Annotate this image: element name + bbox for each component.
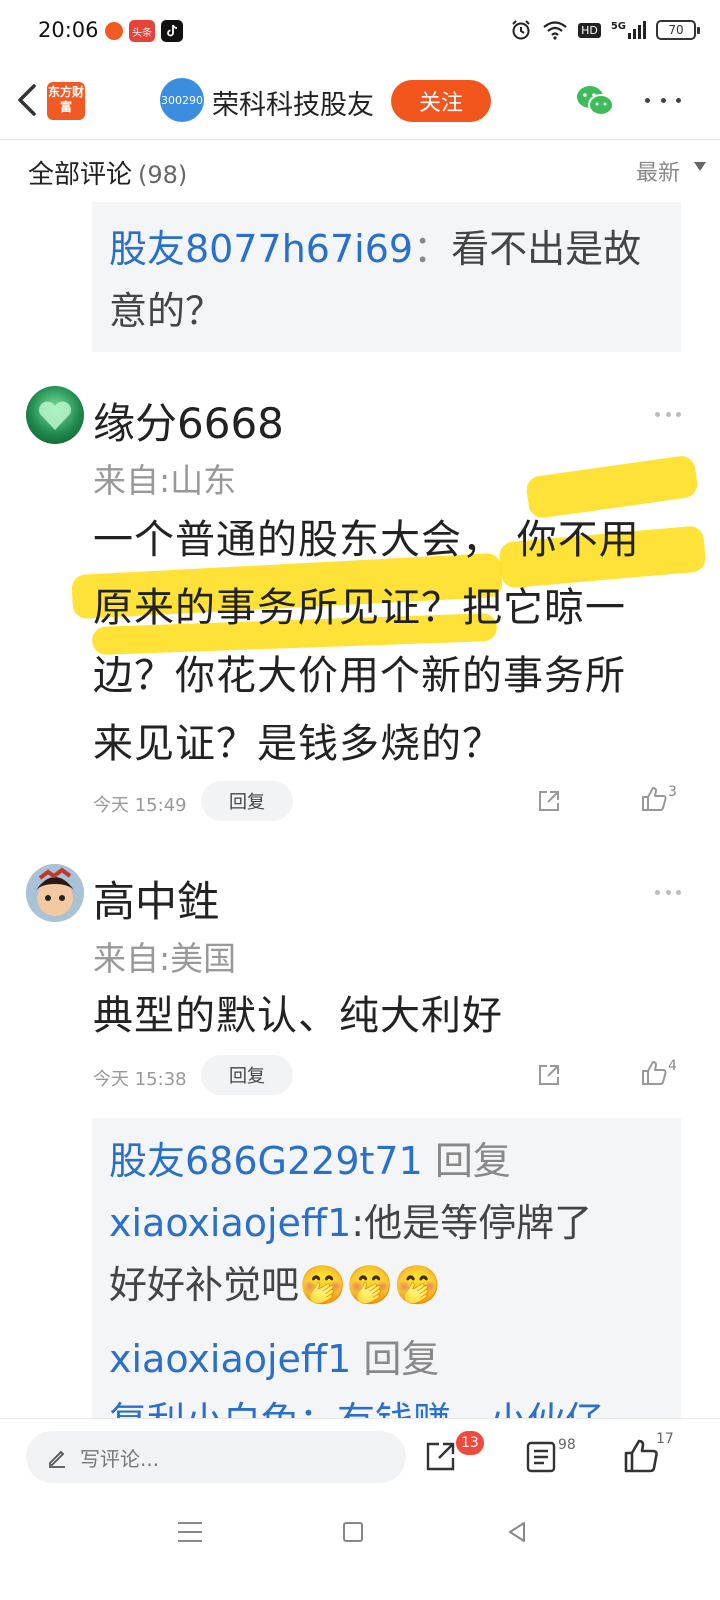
comment-more-icon[interactable] [655,890,681,898]
comment-body-line: 来见证？是钱多烧的？ [93,721,503,767]
pencil-icon [49,1450,65,1468]
app-notification-icon [105,22,123,40]
stock-code-badge[interactable]: 300290 [160,78,204,122]
alarm-icon [512,20,530,40]
reply-button[interactable]: 回复 [201,781,293,821]
reply-button[interactable]: 回复 [201,1055,293,1095]
reply-separator: ： [413,227,452,271]
sub-reply-line: 复利小白兔：有钱赚，小伙仔 [92,1390,681,1418]
comment-body-line: 一个普通的股东大会， 你不用 [93,517,640,563]
comment-body: 一个普通的股东大会， 你不用 原来的事务所见证？把它晾一 边？你花大价用个新的事… [93,506,693,778]
thumbs-up-icon[interactable] [622,1437,660,1475]
eastmoney-logo[interactable]: 东方财富 [47,82,85,120]
thumbs-up-icon[interactable] [640,1059,668,1087]
signal-icon: 5G [611,21,646,39]
share-icon[interactable] [424,1439,458,1473]
sub-reply-username[interactable]: xiaoxiaojeff1 [109,1201,351,1245]
share-count-badge: 13 [456,1431,484,1455]
like-count: 3 [668,784,677,800]
comment-location: 来自:山东 [93,461,237,500]
caret-down-icon[interactable] [694,162,706,171]
comment-location: 来自:美国 [93,939,237,978]
sub-reply-line: 股友686G229t71 回复 [92,1130,681,1192]
thumbs-up-icon[interactable] [640,785,668,813]
status-time: 20:06 [38,18,99,42]
bottom-action-bar: 写评论... 13 98 17 [0,1418,720,1500]
sub-reply-line: xiaoxiaojeff1:他是等停牌了 [92,1192,681,1254]
comment-body-line: 典型的默认、纯大利好 [93,993,503,1039]
comment-time: 今天 15:49 [93,795,187,816]
like-total-count: 17 [656,1431,674,1447]
wechat-icon[interactable] [576,84,614,118]
comment-input[interactable]: 写评论... [26,1431,406,1483]
avatar[interactable] [26,386,84,444]
sub-reply-suffix: 回复 [363,1337,440,1381]
share-icon[interactable] [536,788,562,814]
reply-line-2: 意的？ [109,289,224,333]
reply-box-sub[interactable]: 股友686G229t71 回复 xiaoxiaojeff1:他是等停牌了 好好补… [92,1118,681,1418]
hd-icon: HD [578,22,601,38]
reply-text: 看不出是故 [451,227,642,271]
back-triangle-icon[interactable] [505,1520,529,1544]
comments-title-text: 全部评论 [28,160,133,190]
sub-reply-username[interactable]: 股友686G229t71 [109,1139,423,1183]
comment-more-icon[interactable] [655,412,681,420]
sub-reply-suffix: 回复 [434,1139,511,1183]
status-bar: 20:06 头条 HD 5G 70 [0,0,720,62]
follow-button[interactable]: 关注 [391,80,491,122]
comment-time: 今天 15:38 [93,1069,187,1090]
sub-reply-line: xiaoxiaojeff1 回复 [92,1328,681,1390]
recent-apps-button[interactable] [178,1522,202,1542]
reply-line-1: 股友8077h67i69：看不出是故 [92,218,681,280]
like-count: 4 [668,1058,677,1074]
share-icon[interactable] [536,1062,562,1088]
tiktok-icon [161,20,183,42]
battery-icon: 70 [656,20,700,40]
comments-header: 全部评论 (98) 最新 [0,140,720,200]
comment-body: 典型的默认、纯大利好 [93,982,693,1050]
more-options-button[interactable] [645,86,681,114]
app-header: 东方财富 300290 荣科科技股友 关注 [0,62,720,140]
sub-reply-text: :他是等停牌了 [351,1201,593,1245]
signal-label: 5G [610,21,626,32]
status-app-icons: 头条 [105,20,183,42]
comment-item: 缘分6668 来自:山东 一个普通的股东大会， 你不用 原来的事务所见证？把它晾… [0,384,720,824]
reply-username[interactable]: 股友8077h67i69 [109,227,413,271]
wifi-icon [543,21,567,40]
sub-reply-username[interactable]: xiaoxiaojeff1 [109,1337,351,1381]
home-button[interactable] [343,1522,363,1542]
toutiao-icon: 头条 [129,20,155,42]
comments-count: (98) [138,161,188,189]
comment-username[interactable]: 缘分6668 [93,390,284,451]
sub-reply-line: 好好补觉吧🤭🤭🤭 [109,1263,441,1307]
chevron-left-icon [18,84,36,116]
status-right: HD 5G 70 [510,19,700,41]
comment-count: 98 [558,1437,576,1453]
comments-title: 全部评论 (98) [28,154,187,191]
sort-button[interactable]: 最新 [636,155,680,187]
comment-body-line: 边？你花大价用个新的事务所 [93,653,626,699]
comment-list-icon[interactable] [526,1441,556,1473]
comment-input-placeholder: 写评论... [80,1446,160,1471]
comment-body-line: 原来的事务所见证？把它晾一 [93,585,626,631]
comment-item: 高中鉎 来自:美国 典型的默认、纯大利好 今天 15:38 回复 4 [0,862,720,1102]
system-navigation-bar [0,1500,720,1600]
page-title: 荣科科技股友 [212,90,374,121]
reply-box-top[interactable]: 股友8077h67i69：看不出是故 意的？ [92,202,681,352]
comment-username[interactable]: 高中鉎 [93,868,219,929]
back-button[interactable] [10,80,46,120]
avatar[interactable] [26,864,84,922]
